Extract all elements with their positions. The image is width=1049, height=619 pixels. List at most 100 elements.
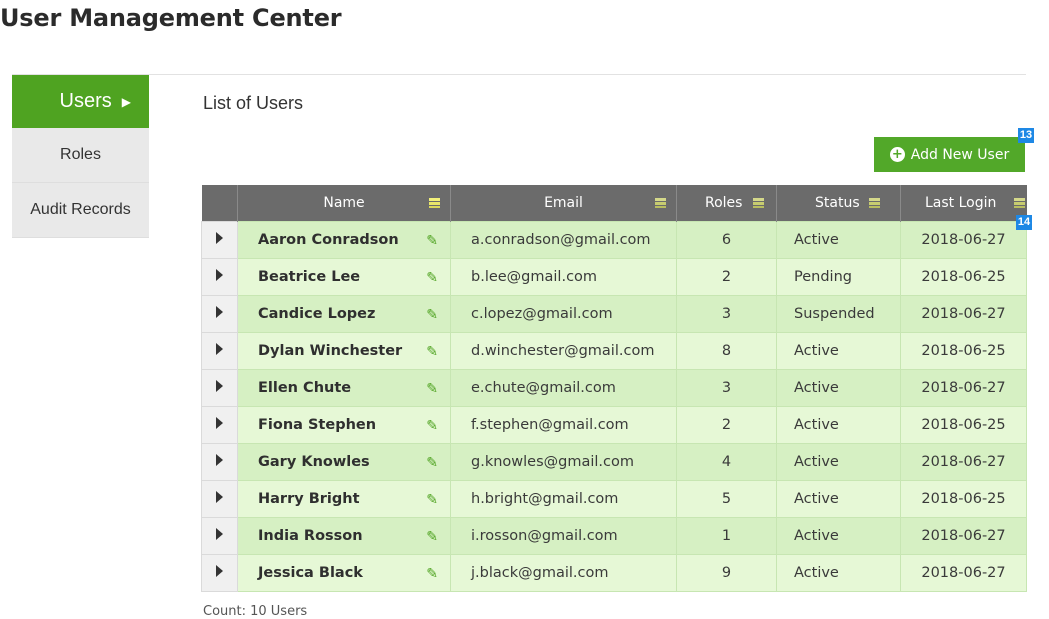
table-row[interactable]: Candice Lopez ✎ c.lopez@gmail.com 3 Suspe… xyxy=(201,295,1027,333)
column-header-email[interactable]: Email xyxy=(450,185,677,222)
column-header-status[interactable]: Status xyxy=(776,185,901,222)
user-name-cell: Harry Bright ✎ xyxy=(237,480,451,518)
user-roles-cell: 2 xyxy=(676,406,777,444)
user-email-cell: b.lee@gmail.com xyxy=(450,258,677,296)
user-name-cell: India Rosson ✎ xyxy=(237,517,451,555)
add-new-user-button[interactable]: + Add New User xyxy=(874,137,1025,172)
caret-right-icon xyxy=(216,565,223,577)
user-email-cell: i.rosson@gmail.com xyxy=(450,517,677,555)
column-filter-icon[interactable] xyxy=(753,198,764,208)
sidebar-item-label: Roles xyxy=(60,146,101,163)
user-last-login-cell: 2018-06-27 xyxy=(900,554,1027,592)
user-last-login-cell: 2018-06-27 xyxy=(900,221,1027,259)
user-last-login-cell: 2018-06-27 xyxy=(900,369,1027,407)
element-badge: 14 xyxy=(1016,215,1032,230)
pencil-icon[interactable]: ✎ xyxy=(426,233,438,249)
pencil-icon[interactable]: ✎ xyxy=(426,529,438,545)
user-email-cell: f.stephen@gmail.com xyxy=(450,406,677,444)
user-name-cell: Ellen Chute ✎ xyxy=(237,369,451,407)
table-row[interactable]: Aaron Conradson ✎ a.conradson@gmail.com 6… xyxy=(201,221,1027,259)
row-expand-toggle[interactable] xyxy=(201,443,238,481)
table-row[interactable]: Harry Bright ✎ h.bright@gmail.com 5 Activ… xyxy=(201,480,1027,518)
expand-column-header xyxy=(201,185,238,222)
plus-circle-icon: + xyxy=(889,147,905,162)
user-status-cell: Active xyxy=(776,517,901,555)
user-roles-cell: 1 xyxy=(676,517,777,555)
user-name-cell: Jessica Black ✎ xyxy=(237,554,451,592)
caret-right-icon xyxy=(216,306,223,318)
header-divider xyxy=(12,74,1026,75)
pencil-icon[interactable]: ✎ xyxy=(426,418,438,434)
user-status-cell: Active xyxy=(776,221,901,259)
user-roles-cell: 5 xyxy=(676,480,777,518)
user-status-cell: Active xyxy=(776,480,901,518)
user-last-login-cell: 2018-06-27 xyxy=(900,295,1027,333)
user-status-cell: Active xyxy=(776,332,901,370)
pencil-icon[interactable]: ✎ xyxy=(426,492,438,508)
column-filter-icon[interactable] xyxy=(869,198,880,208)
row-expand-toggle[interactable] xyxy=(201,295,238,333)
user-last-login-cell: 2018-06-25 xyxy=(900,480,1027,518)
sidebar-item-audit-records[interactable]: Audit Records xyxy=(12,183,149,238)
caret-right-icon: ▶ xyxy=(121,94,131,109)
pencil-icon[interactable]: ✎ xyxy=(426,381,438,397)
table-row[interactable]: Dylan Winchester ✎ d.winchester@gmail.com… xyxy=(201,332,1027,370)
user-status-cell: Suspended xyxy=(776,295,901,333)
section-title: List of Users xyxy=(203,93,304,113)
row-expand-toggle[interactable] xyxy=(201,332,238,370)
sidebar-item-label: Users xyxy=(59,90,112,112)
column-header-last-login[interactable]: Last Login xyxy=(900,185,1027,222)
table-row[interactable]: Jessica Black ✎ j.black@gmail.com 9 Activ… xyxy=(201,554,1027,592)
sidebar-item-label: Audit Records xyxy=(30,201,131,218)
pencil-icon[interactable]: ✎ xyxy=(426,455,438,471)
column-filter-icon[interactable] xyxy=(1013,198,1025,208)
caret-right-icon xyxy=(216,343,223,355)
users-table: Name Email Roles Status Last Login Aaron… xyxy=(201,185,1027,592)
user-roles-cell: 2 xyxy=(676,258,777,296)
user-name-cell: Beatrice Lee ✎ xyxy=(237,258,451,296)
user-roles-cell: 9 xyxy=(676,554,777,592)
user-email-cell: d.winchester@gmail.com xyxy=(450,332,677,370)
pencil-icon[interactable]: ✎ xyxy=(426,307,438,323)
user-email-cell: j.black@gmail.com xyxy=(450,554,677,592)
table-header-row: Name Email Roles Status Last Login xyxy=(201,185,1027,222)
row-expand-toggle[interactable] xyxy=(201,221,238,259)
row-expand-toggle[interactable] xyxy=(201,554,238,592)
user-status-cell: Active xyxy=(776,554,901,592)
table-row[interactable]: Ellen Chute ✎ e.chute@gmail.com 3 Active … xyxy=(201,369,1027,407)
user-email-cell: a.conradson@gmail.com xyxy=(450,221,677,259)
row-expand-toggle[interactable] xyxy=(201,517,238,555)
user-name-cell: Aaron Conradson ✎ xyxy=(237,221,451,259)
table-row[interactable]: Beatrice Lee ✎ b.lee@gmail.com 2 Pending … xyxy=(201,258,1027,296)
sidebar-item-users[interactable]: Users ▶ xyxy=(12,75,149,128)
pencil-icon[interactable]: ✎ xyxy=(426,344,438,360)
row-expand-toggle[interactable] xyxy=(201,258,238,296)
user-last-login-cell: 2018-06-25 xyxy=(900,258,1027,296)
column-filter-icon[interactable] xyxy=(655,198,666,208)
table-row[interactable]: India Rosson ✎ i.rosson@gmail.com 1 Activ… xyxy=(201,517,1027,555)
user-name-cell: Candice Lopez ✎ xyxy=(237,295,451,333)
caret-right-icon xyxy=(216,269,223,281)
user-email-cell: e.chute@gmail.com xyxy=(450,369,677,407)
table-row[interactable]: Gary Knowles ✎ g.knowles@gmail.com 4 Acti… xyxy=(201,443,1027,481)
user-count: Count: 10 Users xyxy=(203,604,308,619)
user-name-cell: Fiona Stephen ✎ xyxy=(237,406,451,444)
user-roles-cell: 6 xyxy=(676,221,777,259)
row-expand-toggle[interactable] xyxy=(201,369,238,407)
column-header-name[interactable]: Name xyxy=(237,185,451,222)
caret-right-icon xyxy=(216,417,223,429)
column-filter-icon[interactable] xyxy=(429,198,440,208)
row-expand-toggle[interactable] xyxy=(201,480,238,518)
row-expand-toggle[interactable] xyxy=(201,406,238,444)
pencil-icon[interactable]: ✎ xyxy=(426,270,438,286)
column-header-roles[interactable]: Roles xyxy=(676,185,777,222)
user-roles-cell: 8 xyxy=(676,332,777,370)
caret-right-icon xyxy=(216,232,223,244)
sidebar-item-roles[interactable]: Roles xyxy=(12,128,149,183)
table-row[interactable]: Fiona Stephen ✎ f.stephen@gmail.com 2 Act… xyxy=(201,406,1027,444)
sidebar: Users ▶ Roles Audit Records xyxy=(12,75,149,238)
pencil-icon[interactable]: ✎ xyxy=(426,566,438,582)
caret-right-icon xyxy=(216,528,223,540)
user-email-cell: c.lopez@gmail.com xyxy=(450,295,677,333)
user-last-login-cell: 2018-06-25 xyxy=(900,332,1027,370)
